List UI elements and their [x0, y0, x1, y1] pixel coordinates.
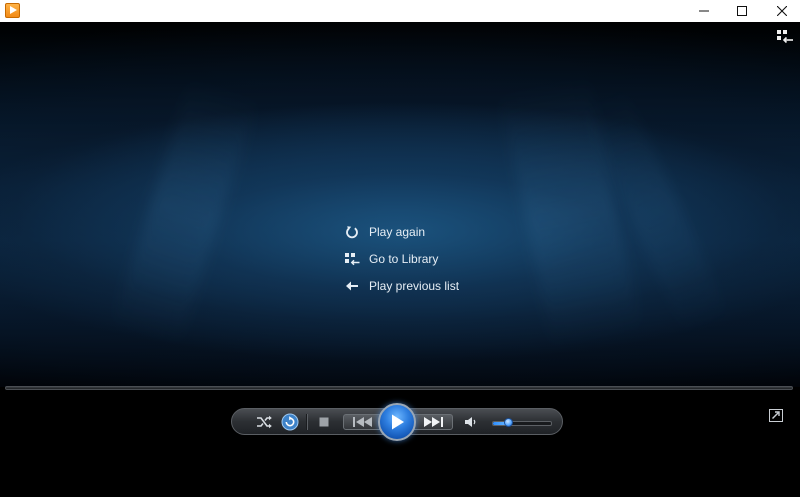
replay-icon [344, 225, 360, 239]
play-previous-list-label: Play previous list [369, 278, 460, 293]
library-toggle-icon [777, 30, 793, 44]
minimize-button[interactable] [684, 0, 724, 22]
stop-icon [319, 417, 329, 427]
end-of-playback-menu: Play again Go to Library Play previous l… [344, 218, 504, 299]
maximize-button[interactable] [722, 0, 762, 22]
minimize-icon [699, 10, 709, 12]
maximize-icon [737, 6, 747, 16]
media-player-icon[interactable] [5, 3, 20, 18]
close-button[interactable] [762, 0, 800, 22]
controls-divider [306, 414, 308, 430]
previous-button[interactable] [348, 415, 378, 429]
next-button[interactable] [418, 415, 448, 429]
go-to-library-label: Go to Library [369, 251, 439, 266]
switch-to-library-button[interactable] [776, 29, 794, 45]
switch-to-now-playing-icon [769, 409, 783, 422]
video-area [0, 22, 800, 387]
title-bar [0, 0, 800, 22]
close-icon [777, 6, 787, 16]
mute-button[interactable] [464, 415, 478, 429]
seek-bar[interactable] [5, 386, 793, 390]
repeat-button[interactable] [281, 413, 299, 431]
speaker-icon [465, 417, 476, 427]
stop-button[interactable] [317, 416, 331, 428]
go-to-library-link[interactable]: Go to Library [344, 245, 504, 272]
media-player-window: Play again Go to Library Play previous l… [0, 0, 800, 497]
play-button[interactable] [378, 403, 416, 441]
next-icon [424, 417, 443, 427]
volume-thumb[interactable] [503, 418, 513, 427]
play-again-label: Play again [369, 224, 426, 239]
switch-to-now-playing-button[interactable] [769, 409, 783, 422]
previous-icon [353, 417, 372, 427]
play-again-link[interactable]: Play again [344, 218, 504, 245]
play-icon [392, 414, 404, 430]
play-previous-list-link[interactable]: Play previous list [344, 272, 504, 299]
shuffle-button[interactable] [256, 415, 272, 429]
repeat-icon [281, 413, 299, 431]
library-icon [344, 252, 360, 266]
arrow-left-icon [344, 279, 360, 293]
shuffle-icon [257, 415, 272, 429]
background-light-beam [111, 77, 259, 347]
volume-slider[interactable] [492, 418, 552, 427]
